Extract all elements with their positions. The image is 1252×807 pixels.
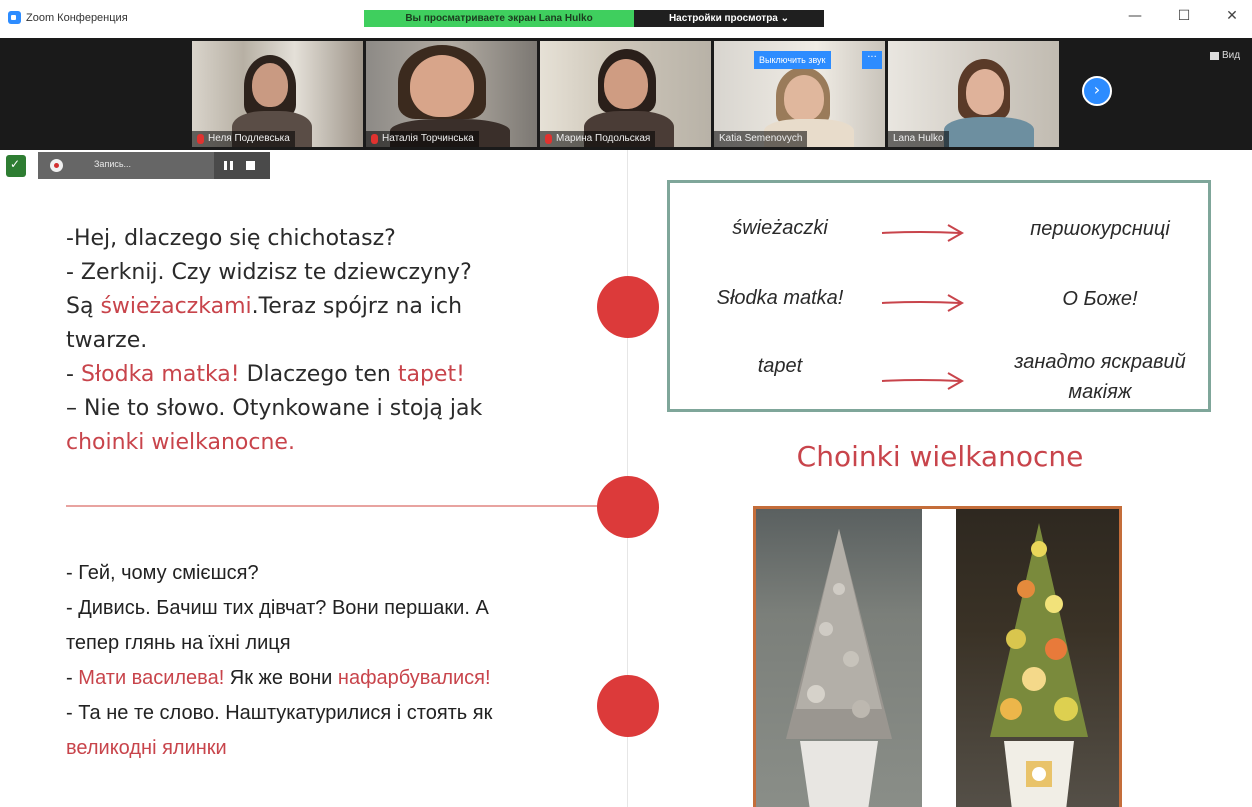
vocab-translation: О Боже! — [1062, 288, 1138, 310]
image-title: Choinki wielkanocne — [796, 440, 1084, 473]
dialog-line: Są świeżaczkami.Teraz spójrz na ich — [66, 294, 463, 319]
highlighted-word: świeżaczkami — [100, 294, 252, 319]
pause-recording-icon[interactable] — [224, 161, 233, 170]
app-title-text: Zoom Конференция — [26, 11, 128, 24]
timeline-dot — [597, 476, 659, 538]
maximize-button[interactable]: ☐ — [1174, 8, 1194, 24]
participant-name-tag: Katia Semenovych — [714, 131, 808, 147]
participant-name-tag: Марина Подольская — [540, 131, 656, 147]
recording-bar: Запись... — [38, 152, 270, 179]
highlighted-word: Мати василева! — [78, 667, 225, 689]
photo-grey-egg-tree — [756, 509, 922, 807]
timeline-dot — [597, 675, 659, 737]
screen-share-status: Вы просматриваете экран Lana Hulko — [364, 10, 634, 27]
app-title: Zoom Конференция — [8, 11, 128, 24]
dialog-line: - Zerknij. Czy widzisz te dziewczyny? — [66, 260, 472, 285]
dialog-line: тепер глянь на їхні лиця — [66, 632, 291, 654]
highlighted-word: Słodka matka! — [80, 362, 240, 387]
close-button[interactable]: ✕ — [1222, 8, 1242, 24]
participant-name-tag: Lana Hulko — [888, 131, 949, 147]
mic-off-icon — [197, 134, 204, 144]
vocab-term: Słodka matka! — [716, 287, 844, 309]
dialog-line: -Hej, dlaczego się chichotasz? — [66, 226, 396, 251]
polish-dialog: -Hej, dlaczego się chichotasz? - Zerknij… — [66, 222, 586, 460]
zoom-logo-icon — [8, 11, 21, 24]
highlighted-word: нафарбувалися! — [337, 667, 491, 689]
vocab-term: tapet — [757, 355, 803, 377]
vocab-translation: занадто яскравий макіяж — [1014, 351, 1186, 403]
participant-tile[interactable]: Марина Подольская — [540, 41, 711, 147]
highlighted-word: tapet! — [397, 362, 465, 387]
recording-icon — [50, 159, 63, 172]
timeline-dot — [597, 276, 659, 338]
recording-controls — [214, 152, 270, 179]
participant-tile[interactable]: Наталія Торчинська — [366, 41, 537, 147]
dialog-line: - Мати василева! Як же вони нафарбувалис… — [66, 667, 491, 689]
arrow-right-icon — [881, 294, 964, 312]
dialog-line: - Słodka matka! Dlaczego ten tapet! — [66, 362, 465, 387]
recording-label: Запись... — [94, 159, 132, 169]
unmute-button[interactable]: Выключить звук — [754, 51, 831, 69]
arrow-right-icon — [881, 372, 964, 390]
mic-off-icon — [371, 134, 378, 144]
participant-tile[interactable]: Lana Hulko — [888, 41, 1059, 147]
dialog-line: choinki wielkanocne. — [66, 430, 295, 455]
security-shield-icon[interactable] — [6, 155, 26, 177]
participant-name-tag: Неля Подлевська — [192, 131, 295, 147]
participants-strip: Неля Подлевська Наталія Торчинська Марин… — [0, 38, 1252, 150]
photo-colored-egg-tree — [956, 509, 1119, 807]
next-page-arrow-icon[interactable]: › — [1082, 76, 1112, 106]
grid-view-icon — [1210, 51, 1219, 60]
mic-off-icon — [545, 134, 552, 144]
dialog-line: – Nie to słowo. Otynkowane i stoją jak — [66, 396, 483, 421]
vocab-translation: першокурсниці — [1030, 218, 1170, 240]
easter-trees-photo — [753, 506, 1122, 807]
stop-recording-icon[interactable] — [246, 161, 255, 170]
dialog-line: великодні ялинки — [66, 737, 227, 759]
minimize-button[interactable]: — — [1125, 8, 1145, 24]
participant-tile[interactable]: Неля Подлевська — [192, 41, 363, 147]
view-options-button[interactable]: Настройки просмотра ⌄ — [634, 10, 824, 27]
dialog-line: twarze. — [66, 328, 148, 353]
more-options-button[interactable]: ··· — [862, 51, 882, 69]
ukrainian-dialog: - Гей, чому смієшся? - Дивись. Бачиш тих… — [66, 556, 606, 766]
dialog-line: - Та не те слово. Наштукатурилися і стоя… — [66, 702, 493, 724]
title-bar: Zoom Конференция Вы просматриваете экран… — [0, 0, 1252, 38]
vocab-term: świeżaczki — [732, 217, 828, 239]
participant-name-tag: Наталія Торчинська — [366, 131, 479, 147]
dialog-line: - Гей, чому смієшся? — [66, 562, 259, 584]
dialog-line: - Дивись. Бачиш тих дівчат? Вони першаки… — [66, 597, 489, 619]
vocabulary-box: świeżaczki першокурсниці Słodka matka! О… — [667, 180, 1211, 412]
arrow-right-icon — [881, 224, 964, 242]
participant-tile[interactable]: Выключить звук ··· Katia Semenovych — [714, 41, 885, 147]
slide-horizontal-divider — [66, 505, 636, 507]
view-button[interactable]: Вид — [1210, 50, 1240, 61]
